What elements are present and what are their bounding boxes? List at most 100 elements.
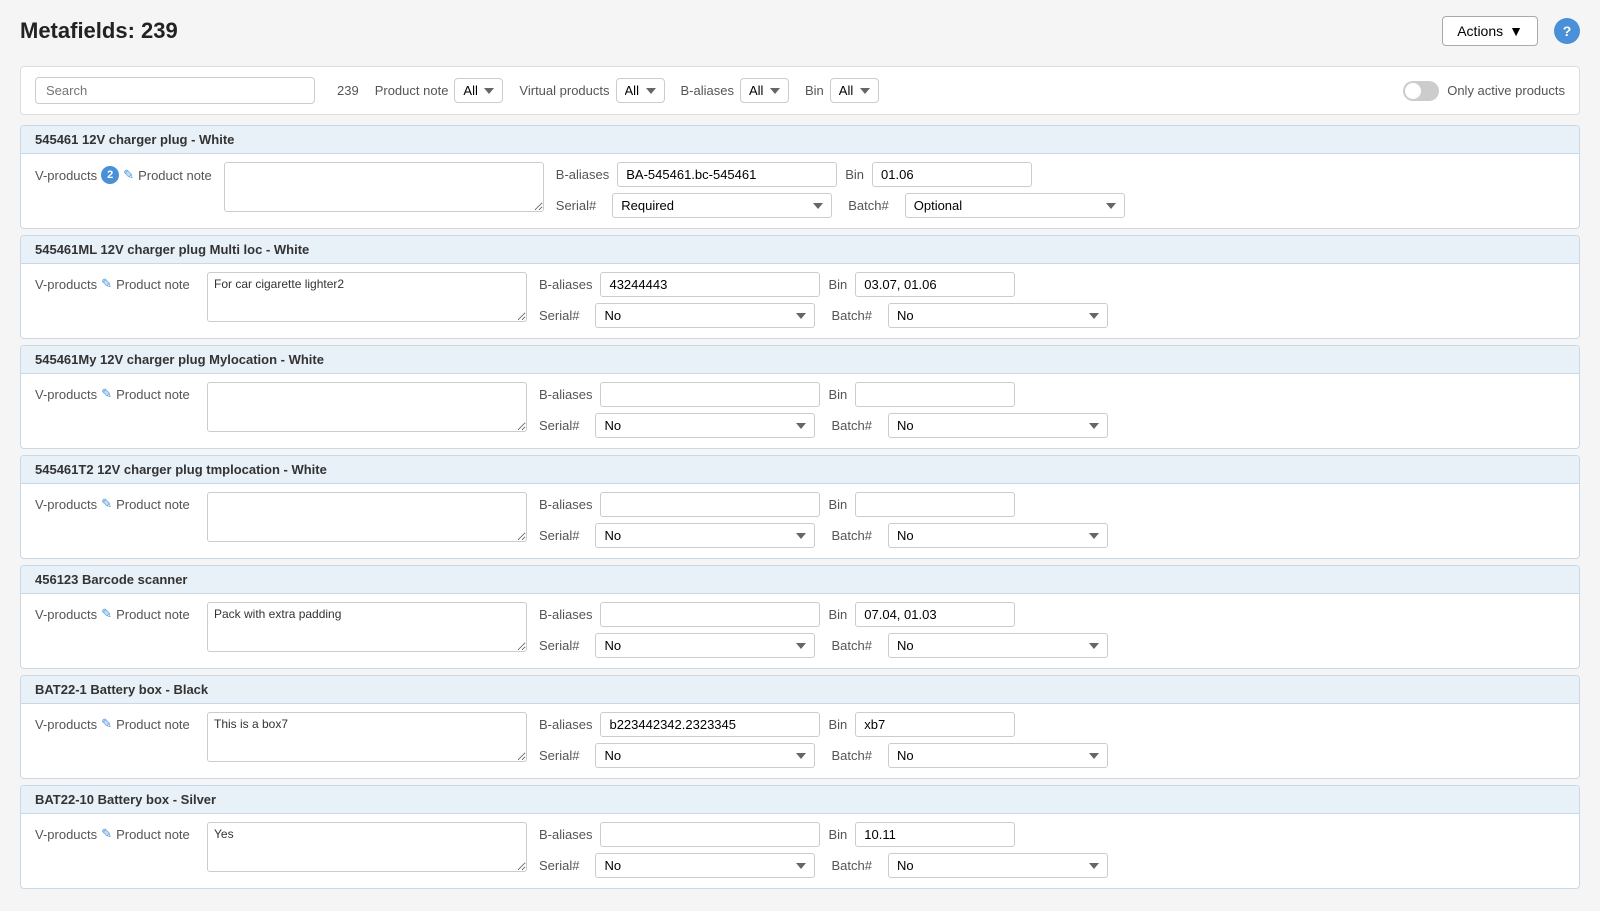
product-row: V-products✎Product noteThis is a box7B-a… <box>35 712 1565 768</box>
edit-icon[interactable]: ✎ <box>101 716 112 732</box>
right-fields: B-aliases Bin Serial#NoRequiredOptionalBat… <box>539 492 1565 548</box>
batch-label: Batch# <box>831 308 871 323</box>
serial-select[interactable]: NoRequiredOptional <box>595 633 815 658</box>
product-header: 545461T2 12V charger plug tmplocation - … <box>21 456 1579 484</box>
batch-label: Batch# <box>831 858 871 873</box>
product-note-filter-label: Product note <box>375 83 449 98</box>
edit-icon[interactable]: ✎ <box>101 826 112 842</box>
bin-field-label: Bin <box>828 827 847 842</box>
product-row: V-products✎Product noteYesB-aliasesBinSe… <box>35 822 1565 878</box>
serial-batch-row: Serial# NoRequiredOptional Batch# NoRequire… <box>539 853 1565 878</box>
product-note-textarea[interactable]: For car cigarette lighter2 <box>207 272 527 322</box>
bin-input[interactable] <box>855 492 1015 517</box>
vproducts-label: V-products <box>35 827 97 842</box>
product-row: V-products✎Product notePack with extra p… <box>35 602 1565 658</box>
b-aliases-input[interactable] <box>617 162 837 187</box>
bin-input[interactable] <box>872 162 1032 187</box>
product-note-textarea[interactable]: Pack with extra padding <box>207 602 527 652</box>
product-list: 545461 12V charger plug - White V-product… <box>20 125 1580 889</box>
bin-filter: Bin All <box>805 78 879 103</box>
bin-field-label: Bin <box>828 497 847 512</box>
edit-icon[interactable]: ✎ <box>101 606 112 622</box>
batch-select[interactable]: NoRequiredOptional <box>905 193 1125 218</box>
product-note-textarea[interactable]: Yes <box>207 822 527 872</box>
edit-icon[interactable]: ✎ <box>101 386 112 402</box>
product-section: 545461My 12V charger plug Mylocation - W… <box>20 345 1580 449</box>
product-note-label: Product note <box>116 277 190 292</box>
vproducts-badge[interactable]: 2 <box>101 166 119 184</box>
batch-select[interactable]: NoRequiredOptional <box>888 743 1108 768</box>
product-note-textarea[interactable] <box>207 382 527 432</box>
serial-label: Serial# <box>539 858 579 873</box>
product-section: 545461 12V charger plug - White V-product… <box>20 125 1580 229</box>
product-note-label: Product note <box>138 168 212 183</box>
product-header: 545461 12V charger plug - White <box>21 126 1579 154</box>
b-aliases-input[interactable] <box>600 382 820 407</box>
vproducts-label: V-products <box>35 497 97 512</box>
vproducts-group: V-products✎Product note <box>35 602 195 622</box>
bin-input[interactable] <box>855 822 1015 847</box>
serial-select[interactable]: NoRequiredOptional <box>612 193 832 218</box>
product-note-textarea[interactable] <box>207 492 527 542</box>
vproducts-group: V-products✎Product note <box>35 382 195 402</box>
serial-select[interactable]: NoRequiredOptional <box>595 743 815 768</box>
active-products-toggle[interactable] <box>1403 81 1439 101</box>
edit-icon[interactable]: ✎ <box>101 496 112 512</box>
b-aliases-label: B-aliases <box>539 497 592 512</box>
b-aliases-input[interactable] <box>600 272 820 297</box>
batch-select[interactable]: NoRequiredOptional <box>888 633 1108 658</box>
edit-icon[interactable]: ✎ <box>123 167 134 183</box>
serial-batch-row: Serial#NoRequiredOptionalBatch#NoRequire… <box>539 523 1565 548</box>
serial-batch-row: Serial#NoRequiredOptionalBatch#NoRequire… <box>539 633 1565 658</box>
bin-input[interactable] <box>855 272 1015 297</box>
b-aliases-select[interactable]: All <box>740 78 789 103</box>
product-row: V-products✎Product noteB-aliasesBinSeria… <box>35 382 1565 438</box>
bin-filter-label: Bin <box>805 83 824 98</box>
serial-select[interactable]: NoRequiredOptional <box>595 303 815 328</box>
batch-select[interactable]: NoRequiredOptional <box>888 523 1108 548</box>
serial-select[interactable]: NoRequiredOptional <box>595 853 815 878</box>
bin-input[interactable] <box>855 382 1015 407</box>
b-aliases-input[interactable] <box>600 602 820 627</box>
vproducts-label: V-products <box>35 277 97 292</box>
batch-label: Batch# <box>848 198 888 213</box>
vproducts-label: V-products <box>35 607 97 622</box>
right-fields: B-aliasesBinSerial#NoRequiredOptionalBat… <box>556 162 1565 218</box>
b-aliases-input[interactable] <box>600 822 820 847</box>
bin-input[interactable] <box>855 602 1015 627</box>
actions-button[interactable]: Actions ▼ <box>1442 16 1538 46</box>
b-aliases-label: B-aliases <box>556 167 609 182</box>
serial-batch-row: Serial#NoRequiredOptionalBatch#NoRequire… <box>539 303 1565 328</box>
product-body: V-products✎Product noteYesB-aliasesBinSe… <box>21 814 1579 888</box>
b-aliases-input[interactable] <box>600 712 820 737</box>
help-icon[interactable]: ? <box>1554 18 1580 44</box>
aliases-bin-row: B-aliases Bin <box>556 162 1565 187</box>
right-fields: B-aliasesBinSerial#NoRequiredOptionalBat… <box>539 822 1565 878</box>
vproducts-label: V-products <box>35 387 97 402</box>
serial-select[interactable]: NoRequiredOptional <box>595 413 815 438</box>
product-note-textarea[interactable] <box>224 162 544 212</box>
serial-label: Serial# <box>539 418 579 433</box>
bin-input[interactable] <box>855 712 1015 737</box>
product-header: BAT22-1 Battery box - Black <box>21 676 1579 704</box>
batch-select[interactable]: NoRequiredOptional <box>888 853 1108 878</box>
batch-select[interactable]: NoRequiredOptional <box>888 303 1108 328</box>
bin-field-label: Bin <box>845 167 864 182</box>
product-header: 545461My 12V charger plug Mylocation - W… <box>21 346 1579 374</box>
product-note-textarea[interactable]: This is a box7 <box>207 712 527 762</box>
batch-select[interactable]: NoRequiredOptional <box>888 413 1108 438</box>
serial-select[interactable]: NoRequiredOptional <box>595 523 815 548</box>
bin-select[interactable]: All <box>830 78 879 103</box>
aliases-bin-row: B-aliasesBin <box>539 272 1565 297</box>
product-header: 545461ML 12V charger plug Multi loc - Wh… <box>21 236 1579 264</box>
b-aliases-input[interactable] <box>600 492 820 517</box>
edit-icon[interactable]: ✎ <box>101 276 112 292</box>
search-input[interactable] <box>35 77 315 104</box>
product-note-label: Product note <box>116 497 190 512</box>
product-section: 456123 Barcode scannerV-products✎Product… <box>20 565 1580 669</box>
product-note-select[interactable]: All <box>454 78 503 103</box>
virtual-products-select[interactable]: All <box>616 78 665 103</box>
product-row: V-products2✎Product noteB-aliasesBinSeri… <box>35 162 1565 218</box>
vproducts-label: V-products <box>35 168 97 183</box>
serial-batch-row: Serial#NoRequiredOptionalBatch#NoRequire… <box>539 413 1565 438</box>
